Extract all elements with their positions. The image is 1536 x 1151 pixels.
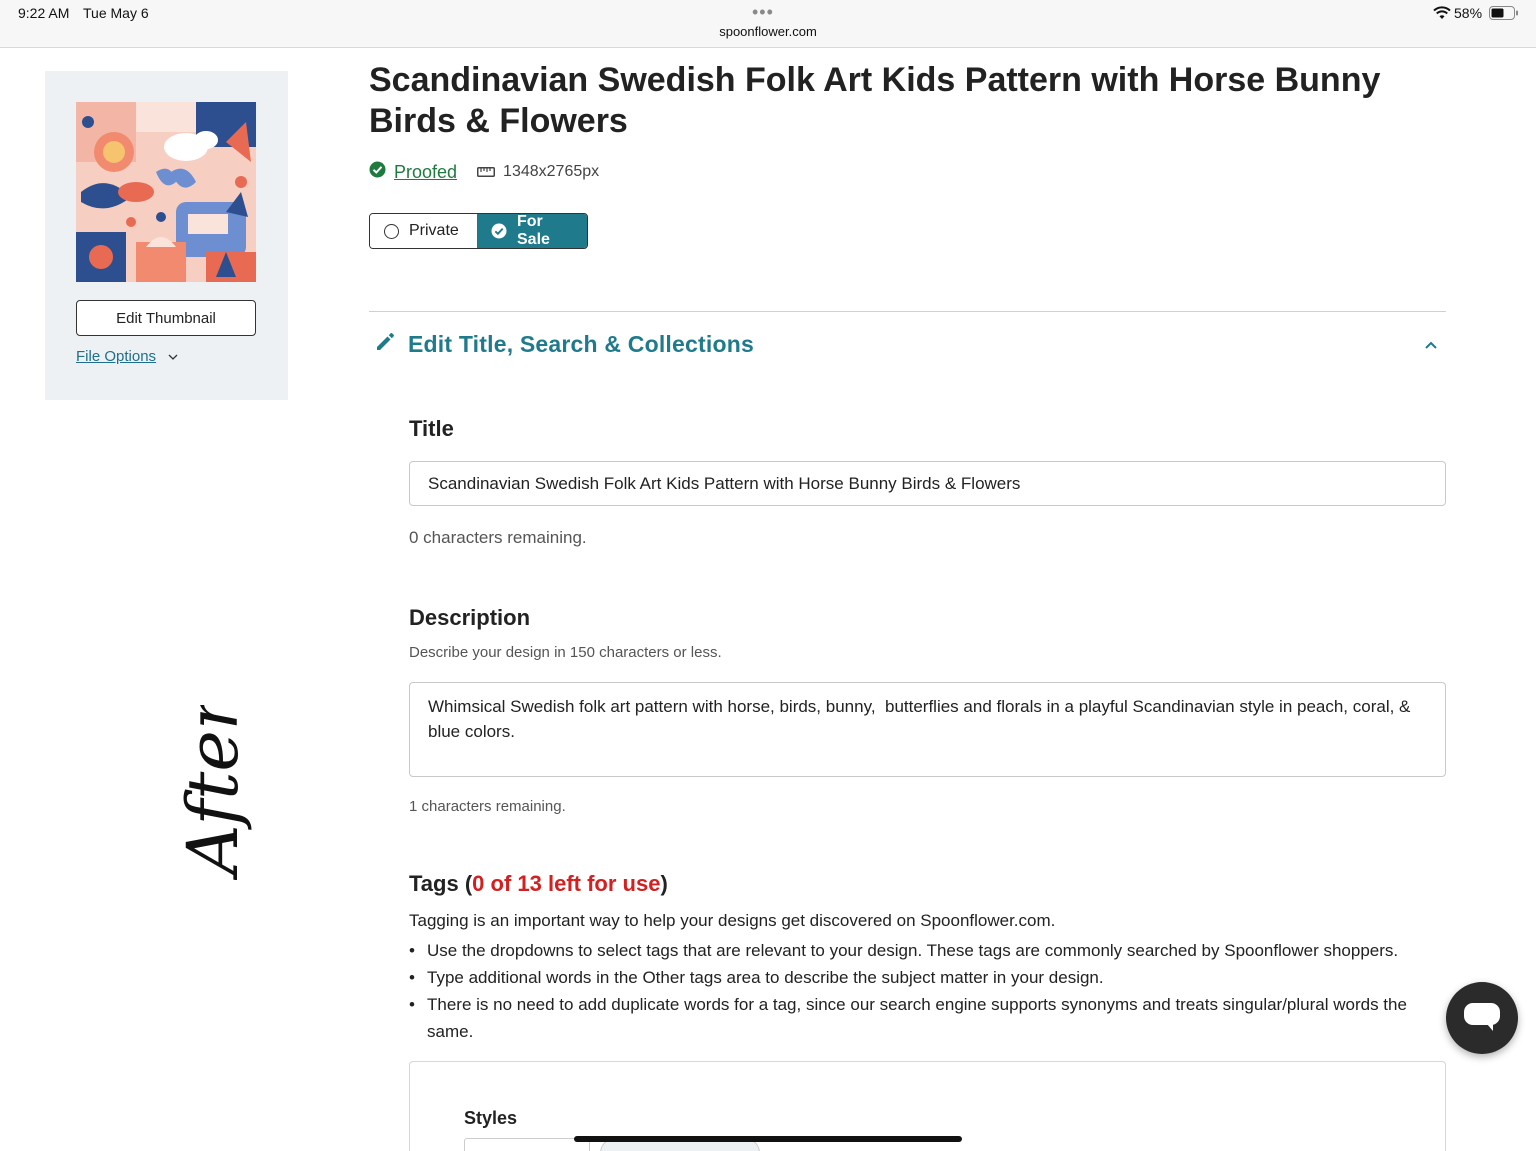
private-label[interactable]: Private: [409, 222, 459, 240]
edit-section-title[interactable]: Edit Title, Search & Collections: [408, 331, 754, 358]
tags-guidelines-list: Use the dropdowns to select tags that ar…: [409, 937, 1449, 1045]
ios-status-bar: 9:22 AM Tue May 6 ••• spoonflower.com 58…: [0, 0, 1536, 48]
description-hint: Describe your design in 150 characters o…: [409, 644, 722, 661]
tags-heading: Tags (0 of 13 left for use): [409, 871, 668, 896]
status-time: 9:22 AM: [18, 5, 70, 21]
chevron-down-icon[interactable]: [168, 348, 178, 365]
check-circle-icon[interactable]: [491, 223, 507, 239]
list-item: Type additional words in the Other tags …: [409, 964, 1449, 991]
chat-support-button[interactable]: [1446, 982, 1518, 1054]
chat-bubble-icon: [1463, 1002, 1501, 1035]
proofed-link[interactable]: Proofed: [394, 162, 457, 183]
battery-percent: 58%: [1454, 5, 1483, 21]
private-option[interactable]: Private: [370, 214, 477, 248]
description-remaining: 1 characters remaining.: [409, 798, 566, 815]
design-dimensions: 1348x2765px: [503, 163, 600, 180]
styles-select[interactable]: [464, 1138, 590, 1151]
tags-label: Tags: [409, 871, 459, 896]
description-textarea[interactable]: Whimsical Swedish folk art pattern with …: [409, 682, 1446, 777]
edit-thumbnail-button[interactable]: Edit Thumbnail: [76, 300, 256, 336]
status-date: Tue May 6: [83, 5, 149, 21]
design-thumbnail-panel: Edit Thumbnail File Options: [45, 71, 288, 400]
tags-intro: Tagging is an important way to help your…: [409, 911, 1056, 930]
title-label: Title: [409, 416, 454, 441]
home-indicator: [574, 1136, 962, 1142]
design-meta-row: Proofed 1348x2765px: [369, 161, 599, 183]
page-title: Scandinavian Swedish Folk Art Kids Patte…: [369, 61, 1381, 140]
svg-text:After: After: [172, 705, 254, 880]
edit-section-header[interactable]: Edit Title, Search & Collections: [374, 329, 1446, 359]
pencil-icon: [374, 331, 396, 358]
tags-left-count: 0 of 13 left for use: [472, 871, 661, 896]
address-url[interactable]: spoonflower.com: [0, 24, 1536, 39]
more-dots-icon[interactable]: •••: [752, 2, 774, 23]
wifi-icon: [1433, 6, 1451, 25]
chevron-up-icon[interactable]: [1424, 337, 1438, 355]
design-thumbnail-image[interactable]: [76, 102, 256, 282]
file-options-label[interactable]: File Options: [76, 348, 156, 365]
styles-label: Styles: [464, 1108, 518, 1128]
ruler-icon: [477, 167, 496, 177]
visibility-toggle: Private For Sale: [369, 213, 588, 249]
handwritten-annotation: After: [160, 693, 270, 885]
title-remaining: 0 characters remaining.: [409, 528, 587, 547]
list-item: Use the dropdowns to select tags that ar…: [409, 937, 1449, 964]
battery-icon: [1489, 6, 1519, 25]
for-sale-option[interactable]: For Sale: [477, 214, 587, 248]
description-label: Description: [409, 605, 531, 630]
title-input[interactable]: [409, 461, 1446, 506]
file-options-link[interactable]: File Options: [76, 348, 178, 365]
check-circle-icon: [369, 161, 386, 183]
for-sale-label[interactable]: For Sale: [517, 214, 573, 248]
radio-unchecked-icon[interactable]: [384, 223, 399, 239]
list-item: There is no need to add duplicate words …: [409, 991, 1449, 1045]
section-divider: [369, 311, 1446, 312]
